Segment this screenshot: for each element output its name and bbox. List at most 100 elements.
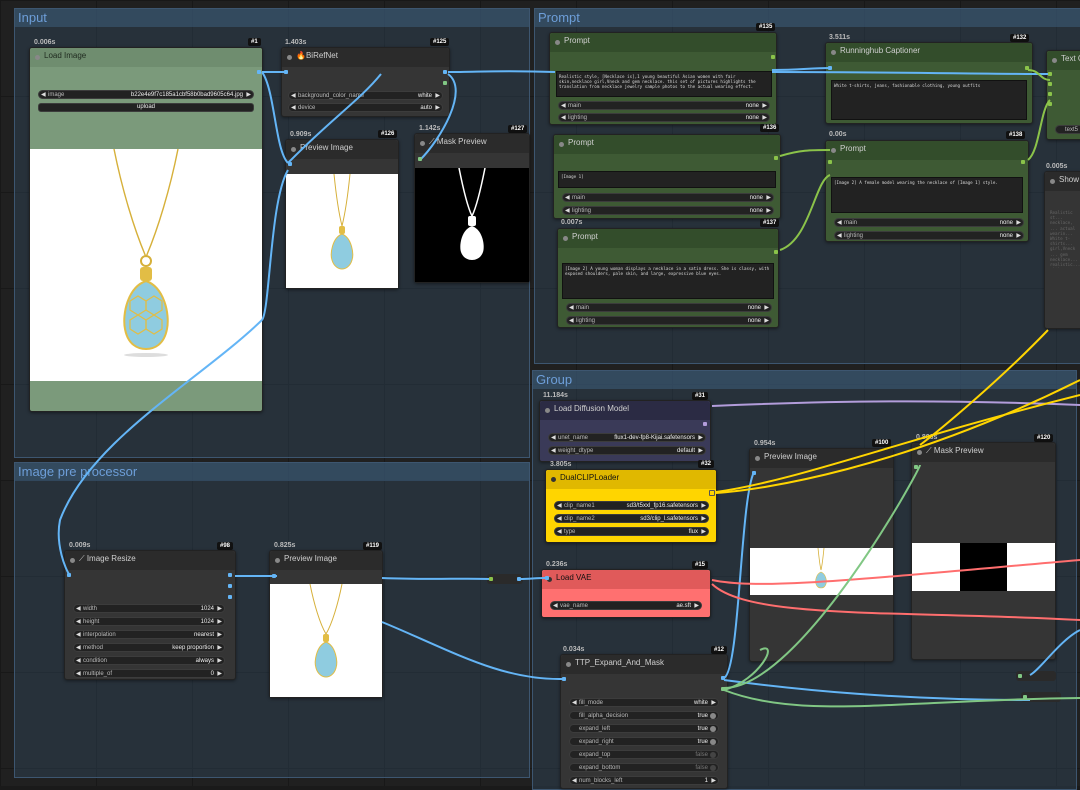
- input-slot[interactable]: [562, 677, 566, 681]
- load-diffusion-model-node[interactable]: Load Diffusion Model ◀ unet_name flux1-dev…: [539, 400, 711, 462]
- decrement-arrow-icon[interactable]: ◀: [76, 657, 81, 664]
- prompt-node[interactable]: Prompt [Image 2] A female model wearing …: [825, 140, 1029, 242]
- widget-expand-top[interactable]: expand_top false: [569, 750, 719, 759]
- image-resize-node[interactable]: ⟋ Image Resize ◀ width 1024 ▶ ◀ height 1024 ▶ ◀ i…: [64, 550, 236, 680]
- upload-button[interactable]: upload: [38, 103, 254, 112]
- increment-arrow-icon[interactable]: ▶: [217, 670, 222, 677]
- collapse-dot-icon[interactable]: [551, 477, 556, 482]
- widget-method[interactable]: ◀ method keep proportion ▶: [73, 643, 225, 652]
- input-slot[interactable]: [828, 160, 832, 164]
- collapse-dot-icon[interactable]: [291, 147, 296, 152]
- clip-name1-combo[interactable]: ◀ clip_name1 sd3/t5xxl_fp16.safetensors ▶: [554, 501, 709, 510]
- output-slot[interactable]: [257, 70, 261, 74]
- decrement-arrow-icon[interactable]: ◀: [572, 699, 577, 706]
- output-slot[interactable]: [771, 55, 775, 59]
- toggle-switch-icon[interactable]: [710, 752, 716, 758]
- input-slot[interactable]: [828, 66, 832, 70]
- collapse-dot-icon[interactable]: [831, 148, 836, 153]
- output-slot[interactable]: [1021, 160, 1025, 164]
- main-combo[interactable]: ◀ main none ▶: [562, 193, 774, 202]
- collapse-dot-icon[interactable]: [287, 55, 292, 60]
- device-combo[interactable]: ◀ device auto ▶: [288, 103, 443, 112]
- collapse-dot-icon[interactable]: [1050, 179, 1055, 184]
- background-color-combo[interactable]: ◀ background_color_name white ▶: [288, 91, 443, 100]
- decrement-arrow-icon[interactable]: ◀: [76, 631, 81, 638]
- input-slot[interactable]: [288, 162, 292, 166]
- decrement-arrow-icon[interactable]: ◀: [76, 605, 81, 612]
- toggle-switch-icon[interactable]: [710, 765, 716, 771]
- collapse-dot-icon[interactable]: [559, 142, 564, 147]
- lighting-combo[interactable]: ◀ lighting none ▶: [834, 231, 1024, 240]
- output-slot[interactable]: [721, 676, 725, 680]
- input-slot[interactable]: [284, 70, 288, 74]
- increment-arrow-icon[interactable]: ▶: [217, 644, 222, 651]
- output-slot[interactable]: [1025, 66, 1029, 70]
- collapse-dot-icon[interactable]: [755, 456, 760, 461]
- type-combo[interactable]: ◀ type flux ▶: [554, 527, 709, 536]
- load-image-node[interactable]: Load Image ◀ image b22e4e9f7c185a1cbf58b0b…: [29, 47, 263, 412]
- input-slot[interactable]: [545, 576, 549, 580]
- output-slot[interactable]: [774, 250, 778, 254]
- increment-arrow-icon[interactable]: ▶: [217, 657, 222, 664]
- reroute-node[interactable]: [1016, 671, 1056, 681]
- collapse-dot-icon[interactable]: [70, 558, 75, 563]
- collapse-dot-icon[interactable]: [831, 50, 836, 55]
- reroute-node[interactable]: [1021, 692, 1061, 702]
- input-slot[interactable]: [67, 573, 71, 577]
- collapse-dot-icon[interactable]: [420, 141, 425, 146]
- widget-fill-mode[interactable]: ◀ fill_mode white ▶: [569, 698, 719, 707]
- widget-condition[interactable]: ◀ condition always ▶: [73, 656, 225, 665]
- widget-multiple-of[interactable]: ◀ multiple_of 0 ▶: [73, 669, 225, 678]
- collapse-dot-icon[interactable]: [917, 450, 922, 455]
- reroute-slot[interactable]: [517, 577, 521, 581]
- prompt-node[interactable]: Prompt Realistic style, [Necklace is],1 …: [549, 32, 777, 125]
- output-slot[interactable]: [774, 156, 778, 160]
- collapse-dot-icon[interactable]: [545, 408, 550, 413]
- increment-arrow-icon[interactable]: ▶: [711, 777, 716, 784]
- preview-image-node[interactable]: Preview Image: [269, 550, 383, 698]
- weight-dtype-combo[interactable]: ◀ weight_dtype default ▶: [548, 446, 706, 455]
- main-combo[interactable]: ◀ main none ▶: [566, 303, 772, 312]
- widget-interpolation[interactable]: ◀ interpolation nearest ▶: [73, 630, 225, 639]
- preview-image-node[interactable]: Preview Image: [749, 448, 894, 662]
- widget-num-blocks-left[interactable]: ◀ num_blocks_left 1 ▶: [569, 776, 719, 785]
- prompt-node[interactable]: Prompt [Image 1] ◀ main none ▶ ◀ lighting non…: [553, 134, 781, 219]
- main-combo[interactable]: ◀ main none ▶: [834, 218, 1024, 227]
- output-slot[interactable]: [721, 687, 725, 691]
- unet-name-combo[interactable]: ◀ unet_name flux1-dev-fp8-Kijai.safetensor…: [548, 433, 706, 442]
- output-slot[interactable]: [443, 81, 447, 85]
- output-slot[interactable]: [228, 573, 232, 577]
- input-slot[interactable]: [914, 465, 918, 469]
- mask-preview-node[interactable]: ⟋ Mask Preview: [911, 442, 1056, 660]
- runninghub-captioner-node[interactable]: Runninghub Captioner White t-shirts, jea…: [825, 42, 1033, 124]
- text-combo[interactable]: text5: [1055, 125, 1080, 134]
- lighting-combo[interactable]: ◀ lighting none ▶: [558, 113, 770, 122]
- prompt-node[interactable]: Prompt [Image 2] A young woman displays …: [557, 228, 779, 328]
- widget-expand-left[interactable]: expand_left true: [569, 724, 719, 733]
- prompt-textarea[interactable]: [Image 2] A young woman displays a neckl…: [562, 263, 774, 299]
- load-vae-node[interactable]: Load VAE ◀ vae_name ae.sft ▶: [541, 569, 711, 618]
- caption-textarea[interactable]: White t-shirts, jeans, fashionable cloth…: [831, 80, 1027, 120]
- input-slot[interactable]: [752, 471, 756, 475]
- decrement-arrow-icon[interactable]: ◀: [76, 670, 81, 677]
- decrement-arrow-icon[interactable]: ◀: [76, 618, 81, 625]
- reroute-slot[interactable]: [1018, 674, 1022, 678]
- increment-arrow-icon[interactable]: ▶: [217, 618, 222, 625]
- mask-preview-node[interactable]: ⟋ Mask Preview: [414, 133, 530, 283]
- widget-expand-bottom[interactable]: expand_bottom false: [569, 763, 719, 772]
- prompt-textarea[interactable]: [Image 2] A female model wearing the nec…: [831, 177, 1023, 213]
- output-slot[interactable]: [228, 595, 232, 599]
- collapse-dot-icon[interactable]: [563, 236, 568, 241]
- input-slot[interactable]: [272, 574, 276, 578]
- input-slot[interactable]: [1048, 82, 1052, 86]
- collapse-dot-icon[interactable]: [35, 55, 40, 60]
- prompt-textarea[interactable]: [Image 1]: [558, 171, 776, 188]
- output-slot[interactable]: [709, 490, 715, 496]
- widget-height[interactable]: ◀ height 1024 ▶: [73, 617, 225, 626]
- input-slot[interactable]: [418, 157, 422, 161]
- vae-name-combo[interactable]: ◀ vae_name ae.sft ▶: [550, 601, 702, 610]
- input-slot[interactable]: [1048, 72, 1052, 76]
- input-slot[interactable]: [1048, 92, 1052, 96]
- increment-arrow-icon[interactable]: ▶: [217, 631, 222, 638]
- toggle-switch-icon[interactable]: [710, 739, 716, 745]
